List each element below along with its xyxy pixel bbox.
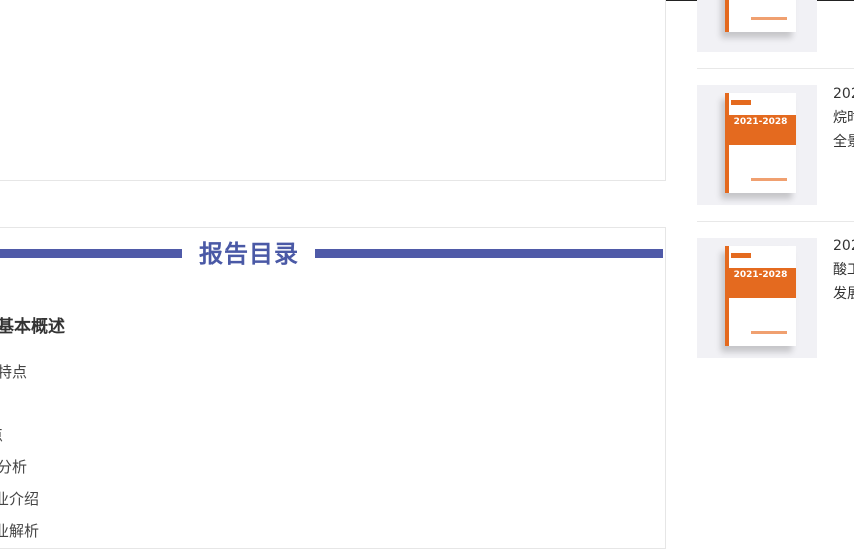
toc-title-bar-right — [315, 249, 663, 258]
report-title-link[interactable]: 202 烷时 全景 — [833, 82, 854, 154]
toc-item[interactable]: 点 — [0, 424, 3, 445]
report-cover-image: 2021-2028 — [725, 246, 796, 346]
sidebar-divider — [697, 221, 854, 222]
toc-chapter-heading[interactable]: 业基本概述 — [0, 312, 65, 337]
report-cover-thumbnail[interactable] — [697, 0, 817, 52]
toc-item[interactable]: 及特点 — [0, 361, 27, 382]
toc-title: 报告目录 — [199, 240, 299, 268]
report-cover-thumbnail[interactable]: 2021-2028 — [697, 85, 817, 205]
content-panel — [0, 0, 666, 181]
toc-title-bar-left — [0, 249, 182, 258]
sidebar-divider — [697, 68, 854, 69]
brand-logo-icon — [731, 100, 751, 105]
toc-item[interactable]: 链分析 — [0, 456, 27, 477]
brand-logo-icon — [731, 253, 751, 258]
toc-item[interactable]: 游行业解析 — [0, 520, 39, 541]
report-toc-panel — [0, 227, 666, 549]
toc-item[interactable]: 游行业介绍 — [0, 488, 39, 509]
report-cover-thumbnail[interactable]: 2021-2028 — [697, 238, 817, 358]
report-cover-image: 2021-2028 — [725, 93, 796, 193]
report-cover-image — [725, 0, 796, 32]
report-title-link[interactable]: 202 酸工 发展 — [833, 234, 854, 306]
